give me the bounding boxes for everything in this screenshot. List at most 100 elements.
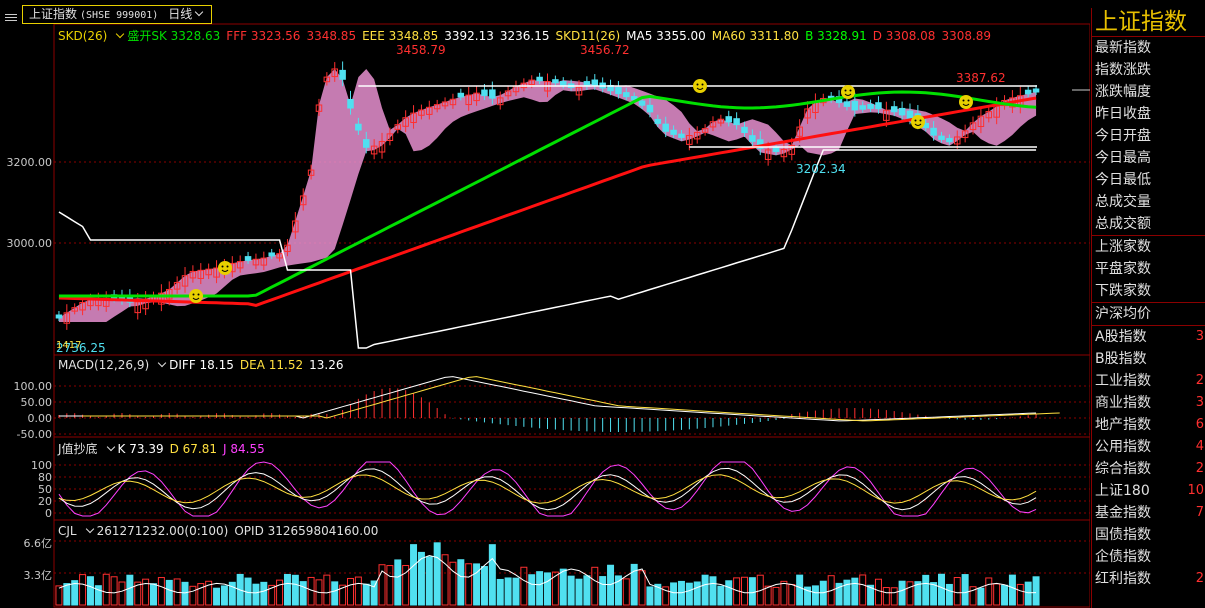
period-selector[interactable]: 日线 <box>168 7 192 21</box>
volume-bar <box>890 587 898 606</box>
sidebar-item[interactable]: 平盘家数 <box>1092 258 1205 280</box>
sidebar-item[interactable]: 上证180 10 <box>1092 480 1205 502</box>
skd-band-fill <box>58 69 1037 322</box>
candle-body <box>670 129 677 135</box>
sidebar-item[interactable]: 今日最高 <box>1092 147 1205 169</box>
volume-bar <box>362 583 370 606</box>
sidebar-item-value: 10 <box>1187 483 1204 498</box>
candle-body <box>772 147 780 152</box>
sidebar-item[interactable]: 总成交额 <box>1092 213 1205 236</box>
sidebar-item[interactable]: B股指数 <box>1092 348 1205 370</box>
macd-line <box>58 376 1037 422</box>
volume-bar <box>709 576 717 606</box>
sidebar-item[interactable]: 涨跌幅度 <box>1092 81 1205 103</box>
volume-bar <box>748 577 756 606</box>
smiley-eye <box>696 83 699 86</box>
smiley-eye <box>844 89 847 92</box>
smiley-face <box>911 115 925 129</box>
smiley-face <box>218 261 232 275</box>
sidebar-item-label: 企债指数 <box>1095 549 1151 565</box>
sidebar-item[interactable]: A股指数 3 <box>1092 326 1205 348</box>
sidebar-item[interactable]: 基金指数 7 <box>1092 502 1205 524</box>
chevron-down-icon[interactable] <box>195 7 204 17</box>
volume-bar <box>79 574 87 606</box>
sidebar-item[interactable]: 指数涨跌 <box>1092 59 1205 81</box>
sidebar-item[interactable]: 今日开盘 <box>1092 125 1205 147</box>
volume-axis-label: 6.6亿 <box>23 537 53 550</box>
price-legend-item: 3308.89 <box>941 29 992 43</box>
sidebar-item[interactable]: 总成交量 <box>1092 191 1205 213</box>
vol-legend-item[interactable]: CJL <box>58 524 77 538</box>
kline-chart[interactable]: 3458.79 3456.723387.623202.342736.251417 <box>0 0 1090 608</box>
kdj-legend-item: K 73.39 <box>117 442 164 456</box>
sidebar-item-label: 红利指数 <box>1095 571 1151 587</box>
smiley-eye <box>919 119 922 122</box>
volume-bar <box>607 564 615 606</box>
chevron-down-icon[interactable] <box>157 358 167 368</box>
volume-bar <box>410 544 418 606</box>
volume-bar <box>252 583 260 606</box>
candle-body <box>347 98 354 109</box>
macd-legend-item[interactable]: MACD(12,26,9) <box>58 358 149 372</box>
volume-bar <box>181 581 189 606</box>
volume-bar <box>906 581 914 606</box>
sidebar-item[interactable]: 工业指数 2 <box>1092 370 1205 392</box>
candle-body <box>859 105 866 110</box>
chevron-down-icon[interactable] <box>106 442 115 452</box>
smiley-face <box>841 85 855 99</box>
menu-icon[interactable] <box>5 8 19 21</box>
kdj-axis-label: 0 <box>45 507 52 520</box>
candle-body <box>638 100 646 106</box>
high-label: 3456.72 <box>580 43 630 57</box>
sidebar-item[interactable]: 下跌家数 <box>1092 280 1205 303</box>
smiley-eye <box>967 99 970 102</box>
sidebar-item[interactable]: 昨日收盘 <box>1092 103 1205 125</box>
smiley-eye <box>197 293 200 296</box>
candle-body <box>733 118 740 126</box>
sidebar-item[interactable]: 红利指数 2 <box>1092 568 1205 590</box>
volume-bar <box>559 568 567 606</box>
sidebar-item[interactable]: 公用指数 4 <box>1092 436 1205 458</box>
sidebar-item[interactable]: 沪深均价 <box>1092 303 1205 326</box>
volume-bar <box>882 587 890 606</box>
price-legend-item: SKD11(26) <box>555 29 621 43</box>
candle-body <box>843 101 851 107</box>
sidebar-item[interactable]: 商业指数 3 <box>1092 392 1205 414</box>
volume-bar <box>993 583 1001 606</box>
price-legend-item: MA5 3355.00 <box>626 29 706 43</box>
volume-bar <box>1032 576 1040 606</box>
kdj-legend-item: D 67.81 <box>169 442 218 456</box>
sidebar-item-value: 7 <box>1195 505 1204 520</box>
smiley-eye <box>849 89 852 92</box>
volume-bar <box>811 585 819 606</box>
sidebar-item[interactable]: 上涨家数 <box>1092 236 1205 258</box>
instrument-selector[interactable]: 上证指数 (SHSE 999001) 日线 <box>22 5 213 24</box>
vol-legend-item: 261271232.00(0:100) <box>96 524 229 538</box>
sidebar-item[interactable]: 今日最低 <box>1092 169 1205 191</box>
volume-bar <box>741 576 748 606</box>
sidebar-item[interactable]: 最新指数 <box>1092 36 1205 59</box>
sidebar-item-label: 总成交量 <box>1095 194 1151 210</box>
sidebar-list: 最新指数 指数涨跌 涨跌幅度 昨日收盘 今日开盘 今日最高 今日最低总成交量总成交额 上涨家数… <box>1092 36 1205 590</box>
price-legend-item: FFF 3323.56 <box>226 29 301 43</box>
chevron-down-icon[interactable] <box>116 29 125 39</box>
price-legend-item[interactable]: SKD(26) <box>58 29 107 43</box>
smiley-face <box>959 95 973 109</box>
volume-bar <box>780 580 788 606</box>
volume-bar <box>433 542 441 606</box>
volume-panel <box>55 542 1040 606</box>
high-label: 3387.62 <box>956 71 1006 85</box>
volume-bar <box>859 574 867 606</box>
candle-body <box>662 123 669 132</box>
price-legend-item: 盛开SK 3328.63 <box>127 29 221 43</box>
sidebar-item[interactable]: 综合指数 2 <box>1092 458 1205 480</box>
candle-body <box>623 92 630 98</box>
sidebar-item[interactable]: 企债指数 <box>1092 546 1205 568</box>
sidebar-item[interactable]: 国债指数 <box>1092 524 1205 546</box>
chevron-down-icon[interactable] <box>85 524 94 534</box>
sidebar-item[interactable]: 地产指数 6 <box>1092 414 1205 436</box>
kdj-legend-item[interactable]: J值抄底 <box>58 442 98 456</box>
instrument-name: 上证指数 <box>29 7 78 21</box>
volume-bar <box>126 574 134 606</box>
candle-body <box>890 106 898 113</box>
